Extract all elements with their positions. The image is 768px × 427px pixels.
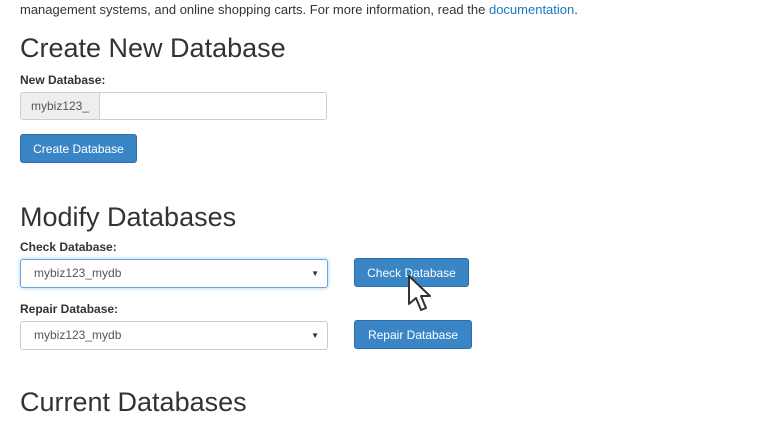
new-database-label: New Database:	[20, 73, 106, 87]
intro-text: management systems, and online shopping …	[20, 2, 578, 17]
check-database-select[interactable]: mybiz123_mydb ▼	[20, 259, 328, 288]
new-database-input[interactable]	[100, 93, 326, 119]
repair-database-label: Repair Database:	[20, 302, 119, 316]
check-database-selected: mybiz123_mydb	[34, 266, 122, 280]
repair-database-selected: mybiz123_mydb	[34, 328, 122, 342]
current-databases-heading: Current Databases	[20, 387, 247, 417]
repair-database-button[interactable]: Repair Database	[354, 320, 472, 349]
check-database-label: Check Database:	[20, 240, 117, 254]
modify-databases-heading: Modify Databases	[20, 202, 237, 232]
chevron-down-icon: ▼	[311, 269, 319, 278]
intro-end: .	[574, 2, 578, 17]
create-database-button[interactable]: Create Database	[20, 134, 137, 163]
create-database-heading: Create New Database	[20, 33, 286, 63]
intro-body: management systems, and online shopping …	[20, 2, 489, 17]
mouse-cursor-icon	[408, 275, 431, 311]
chevron-down-icon: ▼	[311, 331, 319, 340]
new-database-input-group: mybiz123_	[20, 92, 327, 120]
documentation-link[interactable]: documentation	[489, 2, 574, 17]
repair-database-select[interactable]: mybiz123_mydb ▼	[20, 321, 328, 350]
database-prefix: mybiz123_	[21, 93, 101, 119]
